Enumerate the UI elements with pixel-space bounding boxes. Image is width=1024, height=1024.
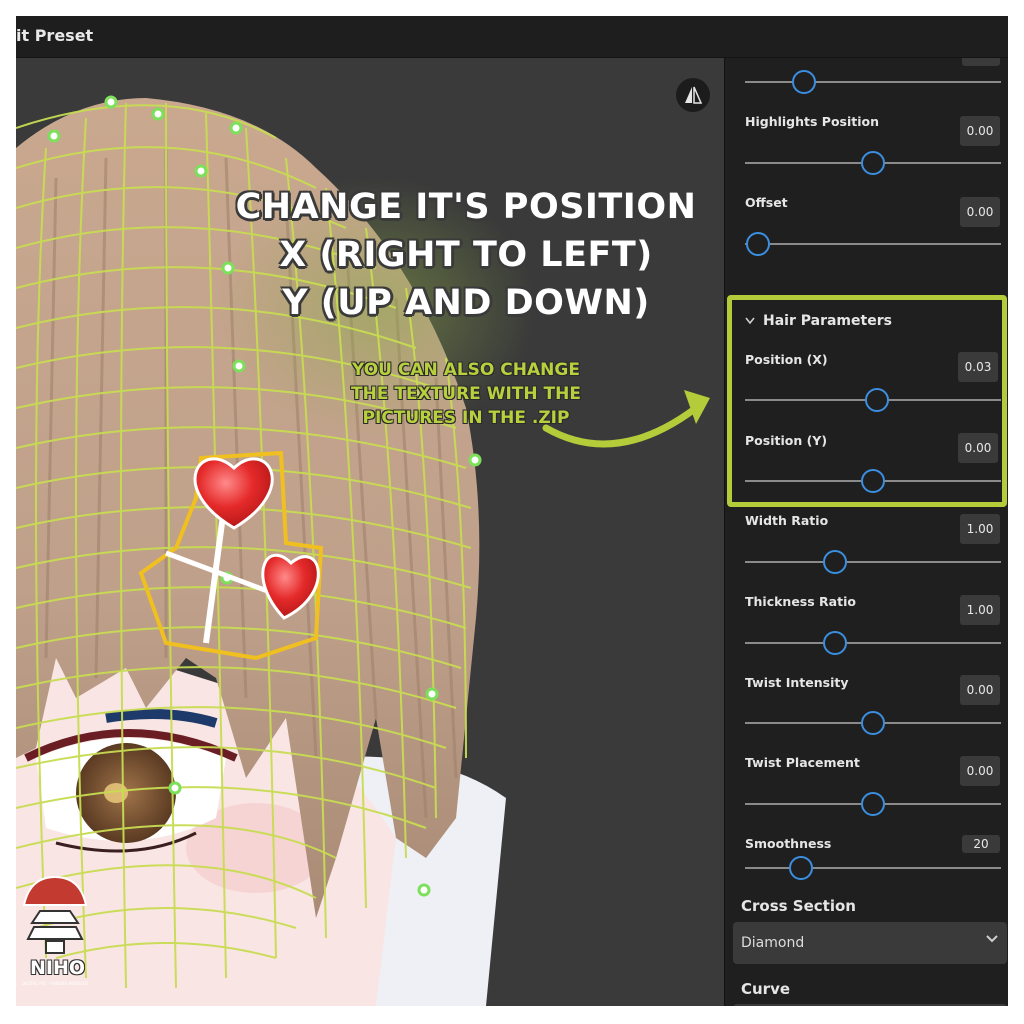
thickness-ratio-value[interactable]: 1.00 [960, 595, 1000, 625]
annotation-headline: CHANGE IT'S POSITION X (RIGHT TO LEFT) Y… [231, 183, 701, 327]
slider-thumb[interactable] [789, 856, 814, 880]
title-bar: it Preset [16, 16, 1008, 58]
twist-intensity-value[interactable]: 0.00 [960, 675, 1000, 705]
smoothness-label: Smoothness [745, 836, 832, 851]
slider-thumb[interactable] [822, 550, 847, 574]
position-x-label: Position (X) [745, 352, 828, 367]
subtext-line-3: PICTURES IN THE .ZIP [362, 408, 570, 428]
cross-section-selected: Diamond [741, 935, 805, 951]
hair-parameters-header[interactable]: Hair Parameters [745, 313, 892, 329]
3d-viewport[interactable]: CHANGE IT'S POSITION X (RIGHT TO LEFT) Y… [16, 58, 724, 1006]
properties-panel: Highlights Position 0.00 Offset 0.00 Hai… [724, 58, 1008, 1006]
view-toggle-button[interactable] [676, 78, 710, 112]
top-slider[interactable] [745, 70, 1001, 94]
slider-thumb[interactable] [861, 792, 885, 816]
subtext-line-2: THE TEXTURE WITH THE [351, 384, 581, 404]
perspective-icon [685, 86, 703, 104]
slider-thumb[interactable] [822, 631, 847, 655]
slider-thumb[interactable] [861, 151, 885, 175]
position-x-value[interactable]: 0.03 [958, 352, 998, 382]
highlights-position-label: Highlights Position [745, 114, 879, 129]
annotation-subtext: YOU CAN ALSO CHANGE THE TEXTURE WITH THE… [316, 358, 616, 430]
width-ratio-value[interactable]: 1.00 [960, 514, 1000, 544]
position-x-slider[interactable] [745, 388, 1001, 412]
window-title: it Preset [16, 26, 94, 45]
position-y-value[interactable]: 0.00 [958, 433, 998, 463]
headline-line-2: X (RIGHT TO LEFT) [279, 235, 653, 275]
offset-slider[interactable] [745, 232, 1001, 256]
slider-thumb[interactable] [861, 469, 885, 493]
cross-section-select[interactable]: Diamond [733, 922, 1007, 964]
thickness-ratio-slider[interactable] [745, 631, 1001, 655]
smoothness-slider[interactable] [745, 856, 1001, 880]
headline-line-1: CHANGE IT'S POSITION [235, 187, 697, 227]
position-y-label: Position (Y) [745, 433, 828, 448]
hair-parameters-title: Hair Parameters [763, 313, 892, 329]
slider-thumb[interactable] [864, 388, 889, 412]
slider-thumb[interactable] [861, 711, 885, 735]
offset-label: Offset [745, 195, 788, 210]
subtext-line-1: YOU CAN ALSO CHANGE [352, 360, 580, 380]
niho-logo: NIHO DIGITAL ART · FREEBIE MODELER [20, 875, 90, 1005]
twist-placement-slider[interactable] [745, 792, 1001, 816]
twist-placement-label: Twist Placement [745, 755, 860, 770]
offset-value[interactable]: 0.00 [960, 197, 1000, 227]
curve-editor[interactable] [733, 1004, 1007, 1006]
slider-thumb[interactable] [791, 70, 816, 94]
thickness-ratio-label: Thickness Ratio [745, 594, 856, 609]
highlights-position-slider[interactable] [745, 151, 1001, 175]
width-ratio-label: Width Ratio [745, 513, 829, 528]
logo-wordmark: NIHO [30, 957, 86, 979]
width-ratio-slider[interactable] [745, 550, 1001, 574]
pagoda-logo-icon [22, 875, 88, 954]
slider-thumb[interactable] [745, 232, 770, 256]
highlights-position-value[interactable]: 0.00 [960, 116, 1000, 146]
chevron-down-icon [745, 317, 755, 325]
twist-placement-value[interactable]: 0.00 [960, 756, 1000, 786]
logo-tagline: DIGITAL ART · FREEBIE MODELER [22, 981, 88, 986]
position-y-slider[interactable] [745, 469, 1001, 493]
headline-line-3: Y (UP AND DOWN) [282, 283, 650, 323]
twist-intensity-slider[interactable] [745, 711, 1001, 735]
chevron-down-icon [986, 935, 998, 943]
app-window: it Preset CHANGE IT'S POSITION X (RIGHT … [16, 16, 1008, 1006]
twist-intensity-label: Twist Intensity [745, 675, 849, 690]
curve-heading: Curve [741, 980, 791, 998]
top-value-field[interactable] [962, 58, 1000, 66]
smoothness-value[interactable]: 20 [962, 835, 1000, 853]
cross-section-heading: Cross Section [741, 897, 856, 915]
